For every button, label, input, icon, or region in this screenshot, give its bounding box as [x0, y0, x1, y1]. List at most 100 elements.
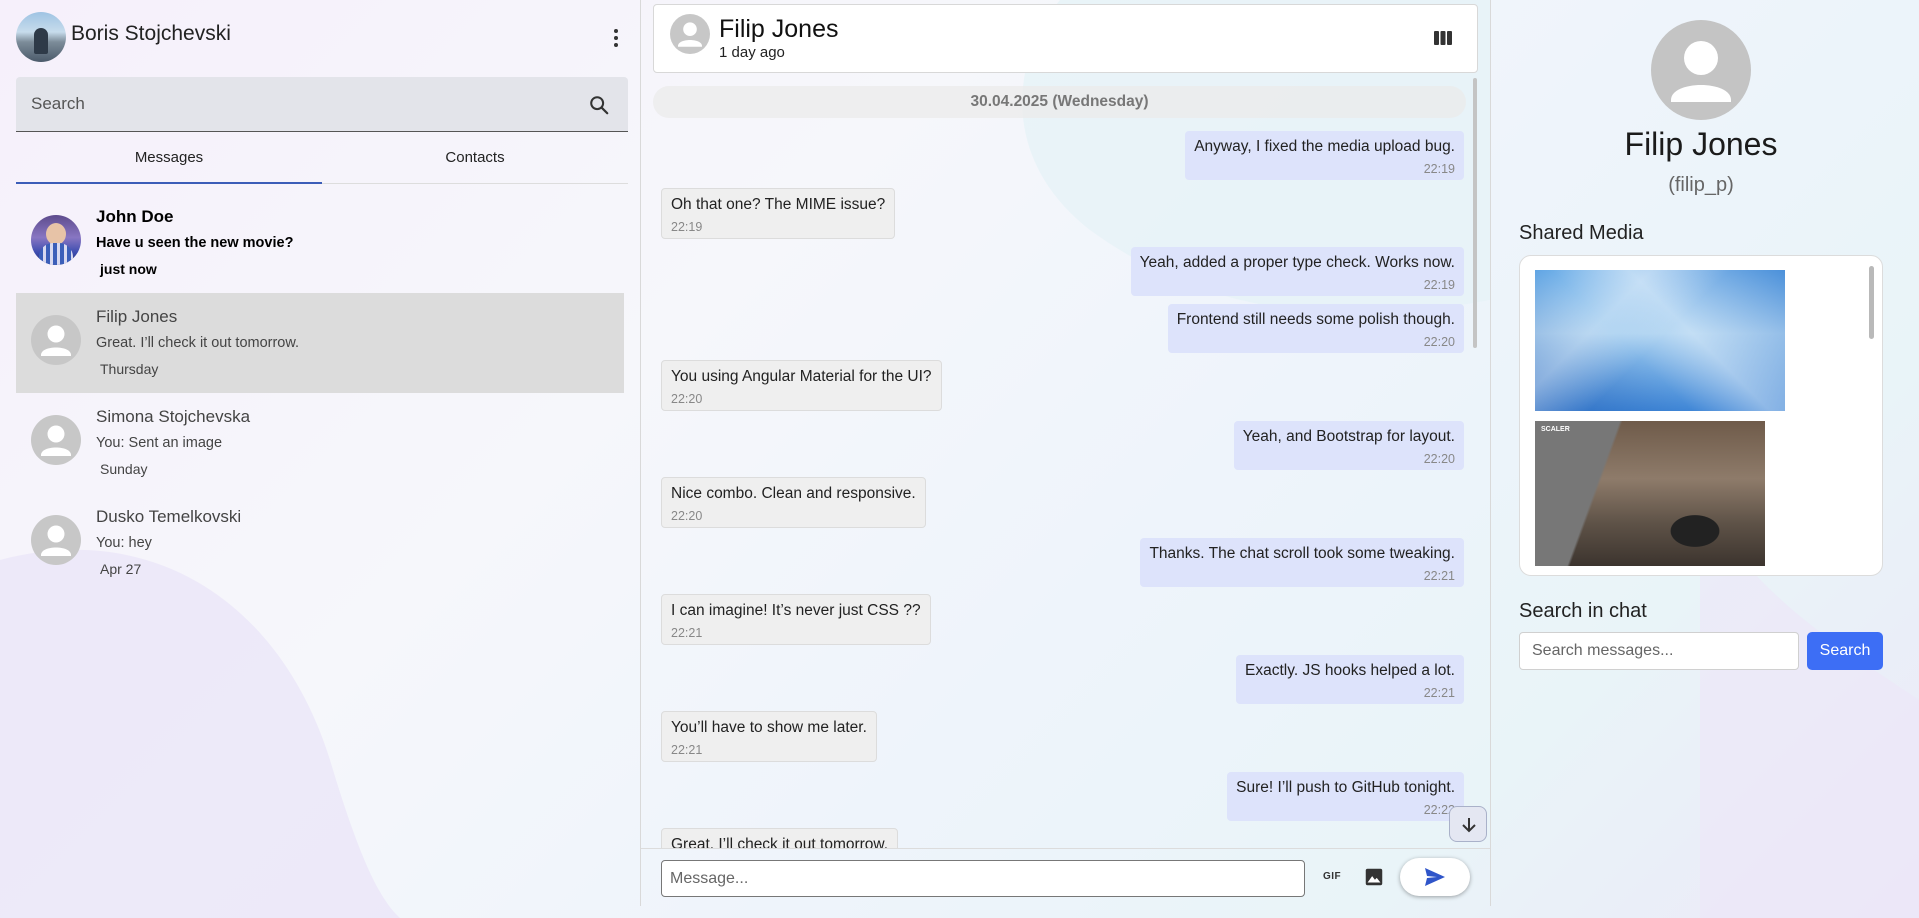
default-avatar-icon — [31, 415, 81, 465]
message-text: Anyway, I fixed the media upload bug. — [1194, 138, 1455, 155]
shared-media-gallery[interactable]: SCALER — [1519, 255, 1883, 576]
shared-media-image[interactable] — [1535, 270, 1785, 411]
send-icon — [1425, 868, 1445, 886]
conversation-name: Filip Jones — [96, 307, 178, 326]
outgoing-message: Sure! I’ll push to GitHub tonight. 22:22 — [1227, 772, 1464, 821]
message-composer: GIF — [641, 848, 1490, 906]
arrow-down-icon — [1462, 818, 1476, 833]
sidebar: Boris Stojchevski Messages Contacts John… — [0, 0, 640, 918]
scroll-to-bottom-button[interactable] — [1449, 806, 1487, 842]
conversation-list: John Doe Have u seen the new movie? just… — [16, 193, 624, 593]
default-avatar-icon — [31, 315, 81, 365]
conversation-time: Apr 27 — [100, 561, 142, 577]
message-text: Yeah, added a proper type check. Works n… — [1139, 254, 1455, 271]
default-avatar-icon[interactable] — [670, 14, 710, 54]
conversation-preview: Have u seen the new movie? — [96, 235, 294, 251]
search-messages-button[interactable]: Search — [1807, 632, 1883, 670]
outgoing-message: Yeah, added a proper type check. Works n… — [1130, 247, 1464, 296]
contact-name: Filip Jones — [1624, 126, 1778, 162]
conversation-time: just now — [100, 261, 157, 277]
message-time: 22:21 — [671, 743, 703, 757]
message-text: You using Angular Material for the UI? — [671, 368, 932, 385]
conversation-item[interactable]: Simona Stojchevska You: Sent an image Su… — [16, 393, 624, 493]
incoming-message: I can imagine! It’s never just CSS ?? 22… — [661, 594, 931, 645]
conversation-time: Sunday — [100, 461, 148, 477]
chat-pane: Filip Jones 1 day ago 30.04.2025 (Wednes… — [641, 0, 1490, 918]
incoming-message: You using Angular Material for the UI? 2… — [661, 360, 942, 411]
message-time: 22:22 — [1423, 803, 1455, 817]
message-text: Nice combo. Clean and responsive. — [671, 485, 916, 502]
conversation-name: John Doe — [96, 207, 174, 226]
message-text: Yeah, and Bootstrap for layout. — [1242, 428, 1455, 445]
conversation-name: Dusko Temelkovski — [96, 507, 242, 526]
media-watermark: SCALER — [1541, 426, 1570, 433]
message-time: 22:19 — [1423, 162, 1455, 176]
default-avatar-icon — [31, 515, 81, 565]
contact-username: (filip_p) — [1668, 174, 1734, 196]
message-text: Great. I’ll check it out tomorrow. — [671, 836, 889, 848]
messenger-app: Boris Stojchevski Messages Contacts John… — [0, 0, 1919, 918]
conversation-item[interactable]: Dusko Temelkovski You: hey Apr 27 — [16, 493, 624, 593]
shared-media-title: Shared Media — [1519, 222, 1644, 244]
current-user-avatar[interactable] — [16, 12, 66, 62]
conversation-time: Thursday — [100, 361, 159, 377]
message-text: You’ll have to show me later. — [671, 719, 867, 736]
date-separator: 30.04.2025 (Wednesday) — [653, 86, 1466, 118]
chat-contact-name: Filip Jones — [719, 15, 839, 43]
message-time: 22:21 — [1423, 686, 1455, 700]
conversation-item[interactable]: Filip Jones Great. I’ll check it out tom… — [16, 293, 624, 393]
message-list[interactable]: 30.04.2025 (Wednesday) Anyway, I fixed t… — [653, 78, 1478, 848]
message-text: Thanks. The chat scroll took some tweaki… — [1149, 545, 1455, 562]
default-avatar-icon — [1651, 20, 1751, 120]
chat-last-seen: 1 day ago — [719, 44, 785, 61]
conversation-preview: You: hey — [96, 535, 152, 551]
message-text: Exactly. JS hooks helped a lot. — [1245, 662, 1455, 679]
message-scrollbar[interactable] — [1473, 78, 1477, 348]
search-in-chat-title: Search in chat — [1519, 600, 1647, 622]
message-text: Frontend still needs some polish though. — [1176, 311, 1455, 328]
message-text: Oh that one? The MIME issue? — [671, 196, 886, 213]
avatar — [31, 215, 81, 265]
chat-header: Filip Jones 1 day ago — [653, 4, 1478, 73]
message-time: 22:20 — [671, 509, 703, 523]
message-time: 22:19 — [671, 220, 703, 234]
conversation-name: Simona Stojchevska — [96, 407, 251, 426]
conversation-item[interactable]: John Doe Have u seen the new movie? just… — [16, 193, 624, 293]
message-text: Sure! I’ll push to GitHub tonight. — [1236, 779, 1455, 796]
incoming-message: Oh that one? The MIME issue? 22:19 — [661, 188, 896, 239]
columns-icon[interactable] — [1431, 26, 1455, 50]
conversation-preview: You: Sent an image — [96, 435, 223, 451]
message-time: 22:20 — [671, 392, 703, 406]
contact-details: Filip Jones (filip_p) Shared Media SCALE… — [1491, 0, 1919, 918]
search-messages-input[interactable] — [1519, 632, 1799, 670]
message-time: 22:21 — [671, 626, 703, 640]
image-icon[interactable] — [1363, 866, 1385, 888]
incoming-message: Great. I’ll check it out tomorrow. — [661, 828, 899, 848]
message-time: 22:19 — [1423, 278, 1455, 292]
conversation-search — [16, 77, 628, 132]
shared-media-image[interactable]: SCALER — [1535, 421, 1765, 566]
outgoing-message: Exactly. JS hooks helped a lot. 22:21 — [1236, 655, 1464, 704]
message-time: 22:20 — [1423, 452, 1455, 466]
send-button[interactable] — [1400, 858, 1470, 896]
incoming-message: Nice combo. Clean and responsive. 22:20 — [661, 477, 926, 528]
kebab-menu-icon[interactable] — [604, 26, 628, 50]
outgoing-message: Frontend still needs some polish though.… — [1167, 304, 1464, 353]
incoming-message: You’ll have to show me later. 22:21 — [661, 711, 877, 762]
outgoing-message: Anyway, I fixed the media upload bug. 22… — [1185, 131, 1464, 180]
tab-messages[interactable]: Messages — [16, 140, 322, 184]
sidebar-tabs: Messages Contacts — [16, 140, 628, 184]
message-text: I can imagine! It’s never just CSS ?? — [671, 602, 921, 619]
conversation-search-input[interactable] — [16, 77, 628, 131]
tab-contacts[interactable]: Contacts — [322, 140, 628, 183]
message-time: 22:21 — [1423, 569, 1455, 583]
gif-icon[interactable]: GIF — [1323, 871, 1341, 882]
message-input[interactable] — [661, 860, 1305, 897]
media-scrollbar[interactable] — [1869, 266, 1874, 339]
outgoing-message: Yeah, and Bootstrap for layout. 22:20 — [1233, 421, 1464, 470]
current-user-header: Boris Stojchevski — [16, 12, 628, 62]
conversation-preview: Great. I’ll check it out tomorrow. — [96, 335, 300, 351]
message-time: 22:20 — [1423, 335, 1455, 349]
search-icon[interactable] — [588, 94, 610, 116]
outgoing-message: Thanks. The chat scroll took some tweaki… — [1140, 538, 1464, 587]
